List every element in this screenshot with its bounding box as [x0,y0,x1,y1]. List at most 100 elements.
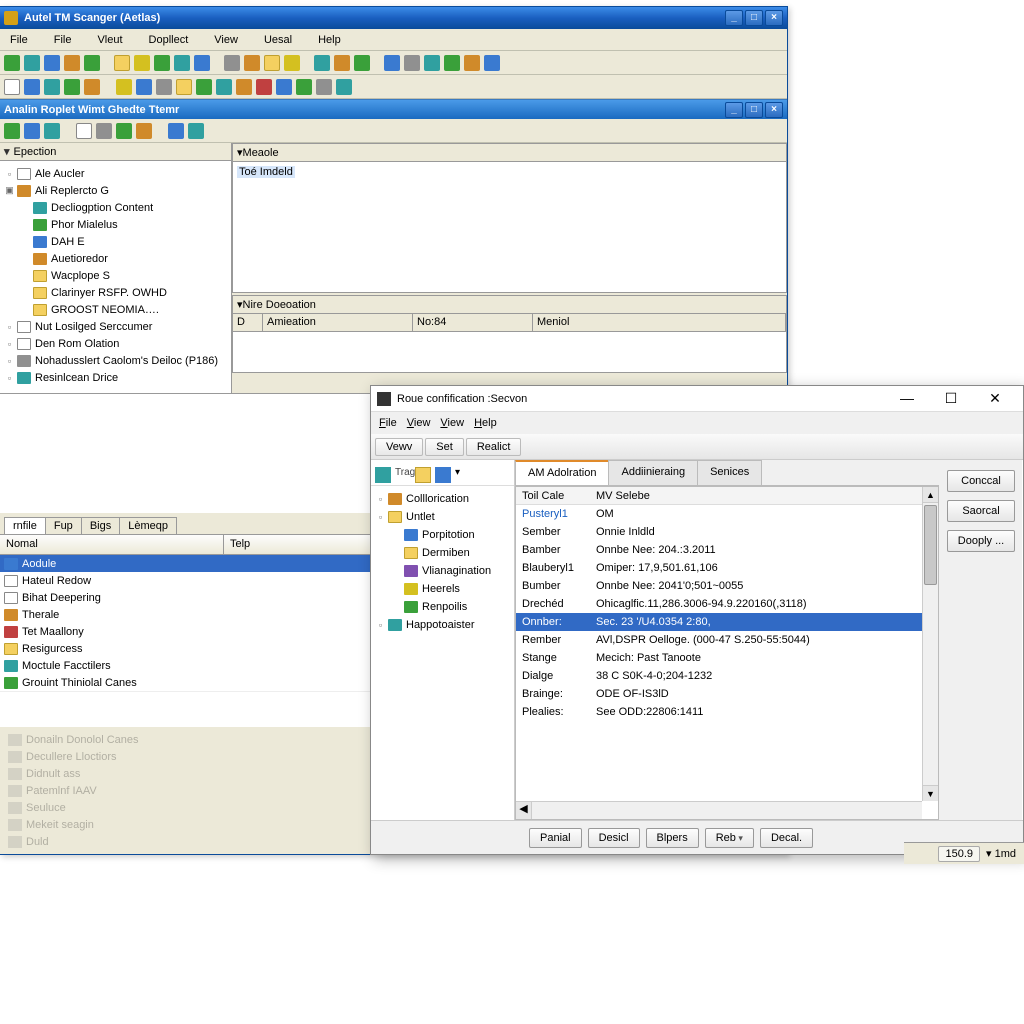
tool-icon[interactable] [4,123,20,139]
tool-icon[interactable] [4,55,20,71]
tool-icon[interactable] [236,79,252,95]
tab-fup[interactable]: Fup [45,517,82,534]
col-no[interactable]: No:84 [413,314,533,331]
dropdown-icon[interactable]: ▾ [455,467,471,483]
tool-icon[interactable] [444,55,460,71]
dlg-tool-realict[interactable]: Realict [466,438,522,456]
dialog-minimize-button[interactable]: — [885,386,929,412]
mdi-close-button[interactable]: × [765,102,783,118]
dlg-tree-item[interactable]: ▫Colllorication [373,490,512,508]
tree-item[interactable]: ▣Ali Replercto G [2,182,229,199]
tool-icon[interactable] [296,79,312,95]
mdi-titlebar[interactable]: Analin Roplet Wimt Ghedte Ttemr _ □ × [0,99,787,119]
tool-icon[interactable] [24,123,40,139]
menu-file-2[interactable]: File [48,32,78,48]
tool-icon[interactable] [174,55,190,71]
dlg-tab-senices[interactable]: Senices [697,460,762,485]
dlg-tree-item[interactable]: Porpitotion [373,526,512,544]
tab-rnfile[interactable]: rnfile [4,517,46,534]
col-d[interactable]: D [233,314,263,331]
tool-icon[interactable] [136,79,152,95]
conccal-button[interactable]: Conccal [947,470,1015,492]
property-row[interactable]: RemberAVl,DSPR Oelloge. (000-47 S.250-55… [516,631,938,649]
desicl-button[interactable]: Desicl [588,828,640,848]
tool-icon[interactable] [404,55,420,71]
tree-item[interactable]: ▫Resinlcean Drice [2,369,229,386]
close-button[interactable]: × [765,10,783,26]
col-meniol[interactable]: Meniol [533,314,786,331]
dlg-tree-item[interactable]: Dermiben [373,544,512,562]
menu-file[interactable]: File [4,32,34,48]
tool-icon[interactable] [44,123,60,139]
tool-icon[interactable] [464,55,480,71]
tool-icon[interactable] [256,79,272,95]
decal-button[interactable]: Decal. [760,828,813,848]
property-row[interactable]: BamberOnnbe Nee: 204.:3.2011 [516,541,938,559]
table-header[interactable]: ▾Nire Doeoation [233,296,786,314]
mdi-maximize-button[interactable]: □ [745,102,763,118]
dlg-tool-vewv[interactable]: Vewv [375,438,423,456]
dlg-tab-adoration[interactable]: AM Adolration [515,460,609,485]
tool-icon[interactable] [154,55,170,71]
dlg-menu-view-2[interactable]: View [440,417,464,429]
grid-body[interactable] [233,332,786,372]
tool-icon[interactable] [176,79,192,95]
col-amieation[interactable]: Amieation [263,314,413,331]
tool-icon[interactable] [44,79,60,95]
tool-icon[interactable] [484,55,500,71]
dlg-tool-set[interactable]: Set [425,438,464,456]
saorcal-button[interactable]: Saorcal [947,500,1015,522]
tool-icon[interactable] [114,55,130,71]
menu-uesal[interactable]: Uesal [258,32,298,48]
tree-item[interactable]: Wacplope S [2,267,229,284]
tool-icon[interactable] [116,79,132,95]
lower-col-nomal[interactable]: Nomal [0,535,224,554]
tool-icon[interactable] [134,55,150,71]
scroll-thumb[interactable] [924,505,937,585]
dlg-tree-item[interactable]: Renpoilis [373,598,512,616]
dlg-menu-view[interactable]: View [407,417,431,429]
tool-icon[interactable] [84,79,100,95]
property-row[interactable]: Dialge38 C S0K-4-0;204-1232 [516,667,938,685]
tool-icon[interactable] [384,55,400,71]
property-row[interactable]: Brainge:ODE OF-IS3lD [516,685,938,703]
dlg-tree-item[interactable]: ▫Untlet [373,508,512,526]
status-zoom[interactable]: 150.9 [938,846,980,862]
tree-item[interactable]: Phor Mialelus [2,216,229,233]
menu-dopllect[interactable]: Dopllect [143,32,195,48]
dialog-maximize-button[interactable]: ☐ [929,386,973,412]
property-row[interactable]: Blauberyl1Omiper: 17,9,501.61,106 [516,559,938,577]
vertical-scrollbar[interactable]: ▲ ▼ [922,487,938,801]
tool-icon[interactable] [24,55,40,71]
tool-icon[interactable] [24,79,40,95]
tool-icon[interactable] [224,55,240,71]
scroll-left-icon[interactable]: ◀ [516,802,532,819]
reb-dropdown-button[interactable]: Reb [705,828,754,848]
horizontal-scrollbar[interactable]: ◀ [516,801,922,819]
dialog-tree[interactable]: ▫Colllorication▫UntletPorpitotionDermibe… [371,486,514,638]
meagle-header[interactable]: ▾Meaole [233,144,786,162]
tool-icon[interactable] [284,55,300,71]
tree-tool-icon[interactable] [435,467,451,483]
menu-vleut[interactable]: Vleut [91,32,128,48]
tool-icon[interactable] [244,55,260,71]
property-row[interactable]: Plealies:See ODD:22806:1411 [516,703,938,721]
tree-item[interactable]: ▫Nohadusslert Caolom's Deiloc (P186) [2,352,229,369]
dlg-tree-item[interactable]: ▫Happotoaister [373,616,512,634]
dialog-titlebar[interactable]: Roue confification :Secvon — ☐ ✕ [371,386,1023,412]
tool-icon[interactable] [64,55,80,71]
blpers-button[interactable]: Blpers [646,828,699,848]
left-pane-header[interactable]: ▾Epection [0,143,231,161]
mdi-minimize-button[interactable]: _ [725,102,743,118]
tool-icon[interactable] [194,55,210,71]
dlg-tree-item[interactable]: Vlianagination [373,562,512,580]
tab-bigs[interactable]: Bigs [81,517,120,534]
tool-icon[interactable] [334,55,350,71]
tree-item[interactable]: GROOST NEOMIA…. [2,301,229,318]
tab-lemeqp[interactable]: Lèmeqp [119,517,177,534]
property-row[interactable]: Onnber:Sec. 23 '/U4.0354 2:80, [516,613,938,631]
tree-item[interactable]: ▫Ale Aucler [2,165,229,182]
dlg-menu-file[interactable]: File [379,417,397,429]
tree-tool-icon[interactable] [375,467,391,483]
tool-icon[interactable] [188,123,204,139]
